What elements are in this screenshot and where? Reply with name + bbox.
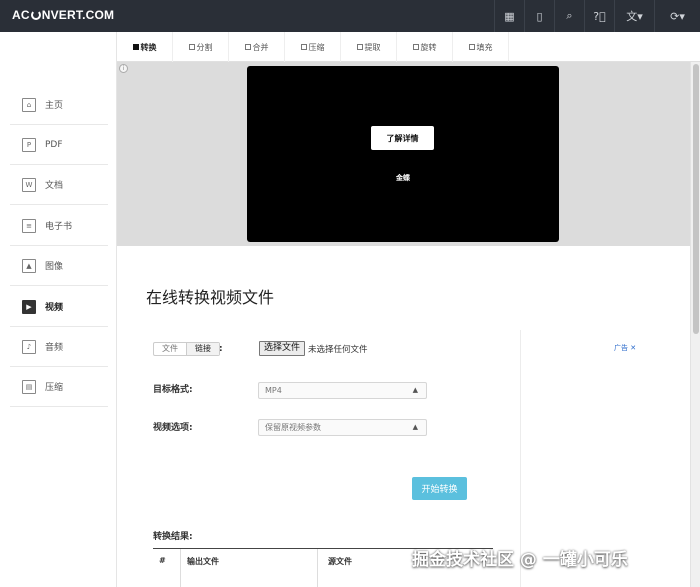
video-options-label: 视频选项: (153, 423, 193, 433)
sidebar-item-ebook[interactable]: ≡ 电子书 (10, 206, 108, 246)
audio-icon: ♪ (22, 339, 36, 354)
sidebar-item-video[interactable]: ▶ 视频 (10, 287, 108, 327)
target-format-select[interactable]: MP4 ▲ (258, 382, 427, 399)
tab-split[interactable]: 分割 (173, 32, 229, 62)
start-convert-button[interactable]: 开始转换 (412, 477, 467, 500)
sidebar-item-label: 电子书 (45, 222, 73, 232)
tab-label: 提取 (364, 42, 381, 52)
tab-label: 旋转 (420, 42, 437, 52)
column-divider (180, 549, 181, 587)
results-col-output: 输出文件 (187, 557, 219, 566)
help-icon[interactable]: ?⃝ (584, 0, 614, 32)
checkbox-icon (132, 44, 139, 50)
tab-label: 填充 (476, 42, 493, 52)
pdf-icon: P (22, 137, 36, 152)
target-format-value: MP4 (265, 386, 282, 395)
sidebar-item-label: 文档 (45, 181, 64, 191)
tab-label: 合并 (252, 42, 269, 52)
video-ad[interactable]: 了解详情 金蝶 (247, 66, 559, 242)
side-ad-label[interactable]: 广告 ✕ (614, 343, 636, 353)
tab-label: 分割 (196, 42, 213, 52)
logo-o-icon (30, 10, 41, 20)
tab-merge[interactable]: 合并 (229, 32, 285, 62)
sidebar-item-label: 图像 (45, 262, 64, 272)
sidebar-item-label: 视频 (45, 303, 64, 313)
checkbox-icon (412, 44, 419, 50)
ad-brand-text: 金蝶 (396, 174, 410, 182)
results-col-source: 源文件 (328, 557, 352, 566)
sidebar-item-archive[interactable]: ▤ 压缩 (10, 367, 108, 407)
sidebar-item-label: PDF (45, 139, 63, 150)
checkbox-icon (188, 44, 195, 50)
archive-icon: ▤ (22, 379, 36, 394)
file-status-text: 未选择任何文件 (308, 345, 368, 355)
checkbox-icon (468, 44, 475, 50)
select-caret-icon: ▲ (412, 386, 418, 394)
tab-extract[interactable]: 提取 (341, 32, 397, 62)
ebook-icon: ≡ (22, 218, 36, 233)
tab-compress[interactable]: 压缩 (285, 32, 341, 62)
scrollbar-thumb[interactable] (693, 64, 699, 334)
language-icon[interactable]: 文▾ (614, 0, 654, 32)
tab-convert[interactable]: 转换 (117, 32, 173, 62)
source-tab-link[interactable]: 链接 (186, 343, 219, 355)
search-icon[interactable]: ⌕ (554, 0, 584, 32)
column-divider (317, 549, 318, 587)
tablet-icon[interactable]: ▯ (524, 0, 554, 32)
sidebar-item-home[interactable]: ⌂ 主页 (10, 85, 108, 125)
sidebar-item-label: 音频 (45, 343, 64, 353)
source-colon: : (219, 344, 223, 354)
results-label: 转换结果: (153, 532, 193, 542)
grid-icon[interactable]: ▦ (494, 0, 524, 32)
tab-label: 转换 (140, 42, 157, 52)
tool-tabs: 转换 分割 合并 压缩 提取 旋转 填充 (117, 32, 700, 62)
ad-info-icon[interactable]: i (119, 64, 128, 73)
site-logo[interactable]: AC NVERT.COM (12, 8, 114, 22)
sidebar-item-document[interactable]: W 文档 (10, 165, 108, 205)
home-icon: ⌂ (22, 97, 36, 112)
source-toggle: 文件 链接 (153, 342, 220, 356)
sidebar-item-pdf[interactable]: P PDF (10, 125, 108, 165)
image-icon: ▲ (22, 258, 36, 273)
tab-pad[interactable]: 填充 (453, 32, 509, 62)
checkbox-icon (300, 44, 307, 50)
target-format-label: 目标格式: (153, 385, 193, 395)
video-options-select[interactable]: 保留原视频参数 ▲ (258, 419, 427, 436)
select-caret-icon: ▲ (412, 423, 418, 431)
sidebar-item-audio[interactable]: ♪ 音频 (10, 327, 108, 367)
checkbox-icon (356, 44, 363, 50)
ad-banner-area: i 了解详情 金蝶 (117, 62, 700, 246)
sidebar-item-label: 压缩 (45, 383, 64, 393)
video-icon: ▶ (22, 299, 36, 314)
source-tab-file[interactable]: 文件 (154, 343, 186, 355)
ad-learn-more-button[interactable]: 了解详情 (371, 126, 434, 150)
sidebar-item-image[interactable]: ▲ 图像 (10, 246, 108, 286)
refresh-icon[interactable]: ⟳▾ (654, 0, 700, 32)
results-col-index: # (159, 556, 166, 565)
page-scrollbar[interactable] (690, 62, 700, 587)
document-icon: W (22, 177, 36, 192)
sidebar: ⌂ 主页 P PDF W 文档 ≡ 电子书 ▲ 图像 ▶ 视频 ♪ 音频 ▤ 压缩 (0, 32, 117, 587)
choose-file-button[interactable]: 选择文件 (259, 341, 306, 356)
watermark-text: 掘金技术社区 @ 一罐小可乐 (412, 550, 628, 570)
sidebar-item-label: 主页 (45, 101, 64, 111)
tab-rotate[interactable]: 旋转 (397, 32, 453, 62)
top-navbar: AC NVERT.COM ▦ ▯ ⌕ ?⃝ 文▾ ⟳▾ (0, 0, 700, 32)
page-title: 在线转换视频文件 (146, 288, 275, 307)
tab-label: 压缩 (308, 42, 325, 52)
video-options-value: 保留原视频参数 (265, 423, 321, 432)
checkbox-icon (244, 44, 251, 50)
